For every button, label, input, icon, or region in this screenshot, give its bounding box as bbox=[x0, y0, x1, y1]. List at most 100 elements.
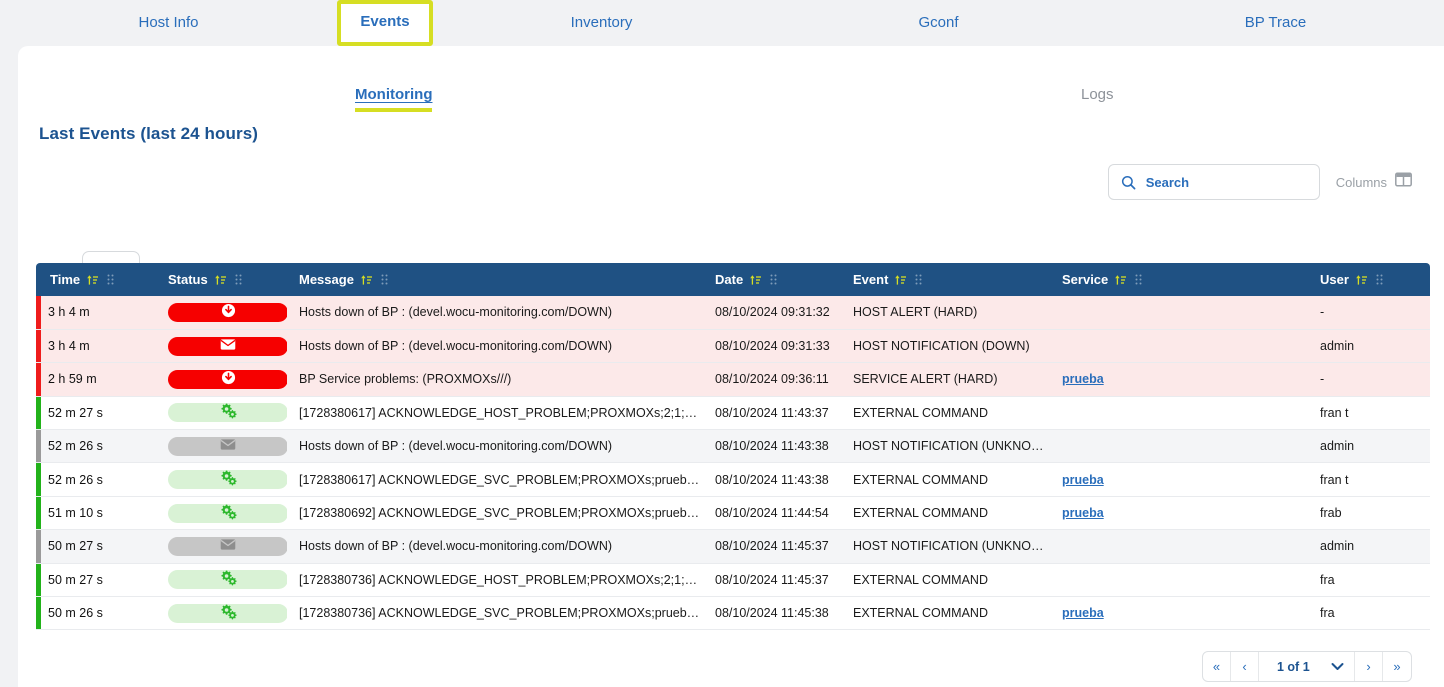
sort-icon[interactable] bbox=[749, 274, 762, 286]
cell-service bbox=[1050, 563, 1308, 596]
cell-time-label: 2 h 59 m bbox=[48, 372, 97, 386]
cell-date: 08/10/2024 11:44:54 bbox=[703, 496, 841, 529]
column-header-status[interactable]: Status bbox=[156, 263, 287, 296]
sort-icon[interactable] bbox=[214, 274, 227, 286]
nav-tab-inventory[interactable]: Inventory bbox=[433, 0, 770, 46]
cell-date: 08/10/2024 11:43:38 bbox=[703, 463, 841, 496]
cell-status bbox=[156, 463, 287, 496]
service-link[interactable]: prueba bbox=[1062, 606, 1104, 620]
cell-status bbox=[156, 597, 287, 630]
severity-indicator-bar bbox=[36, 363, 41, 395]
columns-button[interactable]: Columns bbox=[1336, 172, 1412, 192]
column-header-label: Time bbox=[50, 272, 80, 287]
cell-time: 52 m 27 s bbox=[36, 396, 156, 429]
search-icon bbox=[1121, 175, 1136, 190]
table-row[interactable]: 52 m 26 s[1728380617] ACKNOWLEDGE_SVC_PR… bbox=[36, 463, 1430, 496]
severity-indicator-bar bbox=[36, 430, 41, 462]
envelope-icon bbox=[220, 438, 236, 454]
cell-user: admin bbox=[1308, 329, 1430, 362]
column-header-time[interactable]: Time bbox=[36, 263, 156, 296]
column-header-event[interactable]: Event bbox=[841, 263, 1050, 296]
cell-message: BP Service problems: (PROXMOXs///) bbox=[287, 363, 703, 396]
tab-logs[interactable]: Logs bbox=[1081, 86, 1114, 108]
column-drag-handle-icon[interactable] bbox=[235, 274, 243, 286]
sort-icon[interactable] bbox=[1114, 274, 1127, 286]
cell-user: admin bbox=[1308, 530, 1430, 563]
column-drag-handle-icon[interactable] bbox=[915, 274, 923, 286]
nav-tab-label: Inventory bbox=[571, 14, 633, 31]
first-page-button[interactable]: « bbox=[1203, 652, 1231, 681]
cell-status bbox=[156, 430, 287, 463]
severity-indicator-bar bbox=[36, 397, 41, 429]
sort-icon[interactable] bbox=[1355, 274, 1368, 286]
cell-user: admin bbox=[1308, 430, 1430, 463]
table-header-row: Time StatusMessageDateEventServiceUser bbox=[36, 263, 1430, 296]
sort-icon[interactable] bbox=[360, 274, 373, 286]
column-drag-handle-icon[interactable] bbox=[1135, 274, 1143, 286]
status-badge bbox=[168, 604, 287, 623]
cell-time-label: 52 m 26 s bbox=[48, 439, 103, 453]
nav-tab-bp-trace[interactable]: BP Trace bbox=[1107, 0, 1444, 46]
table-row[interactable]: 50 m 27 s[1728380736] ACKNOWLEDGE_HOST_P… bbox=[36, 563, 1430, 596]
service-link[interactable]: prueba bbox=[1062, 473, 1104, 487]
status-badge bbox=[168, 537, 287, 556]
tab-monitoring-label: Monitoring bbox=[355, 86, 432, 103]
column-header-message[interactable]: Message bbox=[287, 263, 703, 296]
column-drag-handle-icon[interactable] bbox=[770, 274, 778, 286]
cell-message: [1728380736] ACKNOWLEDGE_SVC_PROBLEM;PRO… bbox=[287, 597, 703, 630]
table-row[interactable]: 52 m 26 sHosts down of BP : (devel.wocu-… bbox=[36, 430, 1430, 463]
cell-time: 3 h 4 m bbox=[36, 296, 156, 329]
table-toolbar: Search Columns bbox=[1108, 164, 1444, 200]
column-header-date[interactable]: Date bbox=[703, 263, 841, 296]
cell-service bbox=[1050, 329, 1308, 362]
cell-event: HOST NOTIFICATION (DOWN) bbox=[841, 329, 1050, 362]
sort-icon[interactable] bbox=[894, 274, 907, 286]
cell-time-label: 52 m 26 s bbox=[48, 473, 103, 487]
tab-logs-label: Logs bbox=[1081, 86, 1114, 103]
nav-tab-events[interactable]: Events bbox=[337, 0, 433, 46]
column-drag-handle-icon[interactable] bbox=[107, 274, 115, 286]
columns-label: Columns bbox=[1336, 175, 1387, 190]
cell-status bbox=[156, 296, 287, 329]
events-table-body: 3 h 4 m Hosts down of BP : (devel.wocu-mo… bbox=[36, 296, 1430, 630]
last-page-button[interactable]: » bbox=[1383, 652, 1411, 681]
sort-icon[interactable] bbox=[86, 274, 99, 286]
page-select[interactable]: 1 of 1 bbox=[1259, 652, 1355, 681]
column-header-user[interactable]: User bbox=[1308, 263, 1430, 296]
table-row[interactable]: 2 h 59 m BP Service problems: (PROXMOXs//… bbox=[36, 363, 1430, 396]
cell-message: Hosts down of BP : (devel.wocu-monitorin… bbox=[287, 296, 703, 329]
search-placeholder: Search bbox=[1146, 175, 1189, 190]
events-table-wrapper: Time StatusMessageDateEventServiceUser 3 … bbox=[36, 263, 1430, 630]
search-input[interactable]: Search bbox=[1108, 164, 1320, 200]
cell-message: [1728380736] ACKNOWLEDGE_HOST_PROBLEM;PR… bbox=[287, 563, 703, 596]
table-row[interactable]: 3 h 4 mHosts down of BP : (devel.wocu-mo… bbox=[36, 329, 1430, 362]
download-circle-icon bbox=[221, 370, 236, 388]
cell-date: 08/10/2024 11:45:37 bbox=[703, 530, 841, 563]
cell-status bbox=[156, 363, 287, 396]
service-link[interactable]: prueba bbox=[1062, 372, 1104, 386]
table-row[interactable]: 51 m 10 s[1728380692] ACKNOWLEDGE_SVC_PR… bbox=[36, 496, 1430, 529]
cell-date: 08/10/2024 11:43:37 bbox=[703, 396, 841, 429]
nav-tab-label: Host Info bbox=[138, 14, 198, 31]
previous-page-button[interactable]: ‹ bbox=[1231, 652, 1259, 681]
pagination-control: « ‹ 1 of 1 › » bbox=[1202, 651, 1412, 682]
cell-time-label: 51 m 10 s bbox=[48, 506, 103, 520]
cell-time: 50 m 26 s bbox=[36, 597, 156, 630]
nav-tab-host-info[interactable]: Host Info bbox=[0, 0, 337, 46]
table-row[interactable]: 52 m 27 s[1728380617] ACKNOWLEDGE_HOST_P… bbox=[36, 396, 1430, 429]
nav-tab-gconf[interactable]: Gconf bbox=[770, 0, 1107, 46]
tab-monitoring[interactable]: Monitoring bbox=[355, 86, 432, 112]
chevron-down-icon bbox=[1331, 660, 1344, 674]
column-drag-handle-icon[interactable] bbox=[1376, 274, 1384, 286]
service-link[interactable]: prueba bbox=[1062, 506, 1104, 520]
next-page-button[interactable]: › bbox=[1355, 652, 1383, 681]
cell-user: fran t bbox=[1308, 463, 1430, 496]
table-row[interactable]: 50 m 26 s [1728380736] ACKNOWLEDGE_SVC_PR… bbox=[36, 597, 1430, 630]
table-row[interactable]: 50 m 27 sHosts down of BP : (devel.wocu-… bbox=[36, 530, 1430, 563]
table-row[interactable]: 3 h 4 m Hosts down of BP : (devel.wocu-mo… bbox=[36, 296, 1430, 329]
columns-icon bbox=[1395, 172, 1412, 192]
column-drag-handle-icon[interactable] bbox=[381, 274, 389, 286]
cell-time: 52 m 26 s bbox=[36, 430, 156, 463]
column-header-service[interactable]: Service bbox=[1050, 263, 1308, 296]
status-badge bbox=[168, 504, 287, 523]
